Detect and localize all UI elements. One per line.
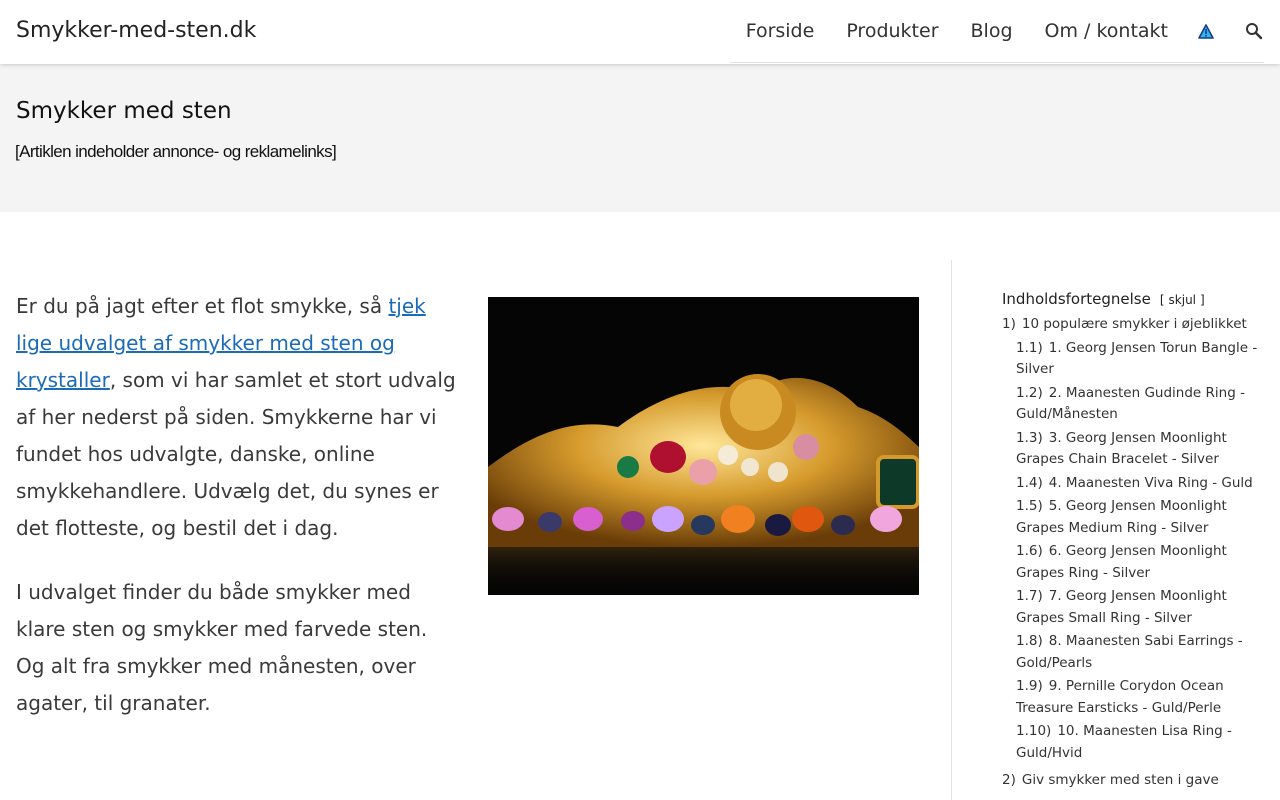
nav-item-om-kontakt[interactable]: Om / kontakt	[1045, 20, 1168, 42]
nav-item-forside[interactable]: Forside	[746, 20, 815, 42]
toc-item-label: 10 populære smykker i øjeblikket	[1021, 316, 1247, 332]
toc-toggle: [ skjul]	[1160, 293, 1205, 307]
toc-subitem[interactable]: 1.8) 8. Maanesten Sabi Earrings - Gold/Pe…	[1002, 631, 1264, 674]
main-nav: Forside Produkter Blog Om / kontakt	[729, 0, 1264, 63]
ad-disclaimer: [Artiklen indeholder annonce- og reklame…	[15, 142, 337, 161]
toc-subitem-number: 1.2)	[1016, 384, 1043, 401]
page-header-band: Smykker med sten [Artiklen indeholder an…	[0, 64, 1280, 212]
toc-subitem-label: 1. Georg Jensen Torun Bangle - Silver	[1016, 339, 1258, 378]
site-header: Smykker-med-sten.dk Forside Produkter Bl…	[0, 0, 1280, 64]
intro-text-start: Er du på jagt efter et flot smykke, så	[16, 294, 389, 318]
toc-subitem-label: 4. Maanesten Viva Ring - Guld	[1048, 474, 1253, 491]
article-content: Er du på jagt efter et flot smykke, så t…	[16, 288, 456, 749]
page-title: Smykker med sten	[16, 98, 232, 124]
jewelry-hero-image	[488, 297, 919, 595]
intro-paragraph: Er du på jagt efter et flot smykke, så t…	[16, 288, 456, 547]
toc-item-number: 1)	[1002, 316, 1016, 332]
toc-subitem[interactable]: 1.5) 5. Georg Jensen Moonlight Grapes Med…	[1002, 496, 1264, 539]
toc-bracket-close: ]	[1200, 293, 1205, 307]
toc-subitem[interactable]: 1.10) 10. Maanesten Lisa Ring - Guld/Hvid	[1002, 721, 1264, 764]
toc-subitem-number: 1.8)	[1016, 633, 1043, 649]
toc-subitem-label: 3. Georg Jensen Moonlight Grapes Chain B…	[1016, 429, 1227, 468]
toc-subitem-number: 1.10)	[1016, 723, 1052, 739]
toc-subitem-number: 1.3)	[1016, 429, 1043, 446]
nav-item-produkter[interactable]: Produkter	[846, 20, 938, 42]
toc-item[interactable]: 1) 10 populære smykker i øjeblikket	[1002, 314, 1264, 336]
toc-subitem[interactable]: 1.3) 3. Georg Jensen Moonlight Grapes Cha…	[1002, 428, 1264, 471]
toc-subitem-number: 1.5)	[1016, 498, 1043, 514]
toc-subitem[interactable]: 1.1) 1. Georg Jensen Torun Bangle - Silve…	[1002, 338, 1264, 381]
toc-subitem[interactable]: 1.4) 4. Maanesten Viva Ring - Guld	[1002, 473, 1264, 495]
toc-subitem[interactable]: 1.7) 7. Georg Jensen Moonlight Grapes Sma…	[1002, 586, 1264, 629]
toc-subitem-label: 5. Georg Jensen Moonlight Grapes Medium …	[1016, 498, 1227, 536]
nav-item-blog[interactable]: Blog	[971, 20, 1013, 42]
toc-subitem-label: 9. Pernille Corydon Ocean Treasure Earst…	[1016, 678, 1224, 716]
toc-subitem-number: 1.9)	[1016, 678, 1043, 694]
toc-item-label: Giv smykker med sten i gave	[1021, 772, 1219, 788]
toc-subitem-label: 2. Maanesten Gudinde Ring - Guld/Måneste…	[1016, 384, 1245, 423]
intro-text-end: , som vi har samlet et stort udvalg af h…	[16, 368, 456, 540]
table-of-contents: Indholdsfortegnelse [ skjul] 1) 10 populær…	[1002, 290, 1264, 792]
toc-bracket-open: [	[1159, 293, 1165, 307]
search-icon[interactable]	[1244, 21, 1264, 41]
toc-item[interactable]: 2) Giv smykker med sten i gave	[1002, 770, 1264, 792]
toc-subitem-number: 1.1)	[1016, 339, 1043, 356]
warning-triangle-icon[interactable]	[1196, 21, 1216, 41]
toc-subitem-number: 1.6)	[1016, 543, 1043, 559]
toc-item-number: 2)	[1002, 772, 1016, 788]
toc-subitem[interactable]: 1.9) 9. Pernille Corydon Ocean Treasure E…	[1002, 676, 1264, 719]
toc-subitem-number: 1.4)	[1016, 474, 1043, 491]
toc-subitem[interactable]: 1.2) 2. Maanesten Gudinde Ring - Guld/Mån…	[1002, 383, 1264, 426]
toc-subitem-label: 6. Georg Jensen Moonlight Grapes Ring - …	[1016, 543, 1227, 581]
site-title[interactable]: Smykker-med-sten.dk	[16, 18, 256, 43]
toc-header: Indholdsfortegnelse [ skjul]	[1002, 290, 1264, 308]
sidebar-divider	[951, 260, 952, 800]
toc-list: 1) 10 populære smykker i øjeblikket 1.1) 1.…	[1002, 314, 1264, 792]
toc-subitem[interactable]: 1.6) 6. Georg Jensen Moonlight Grapes Rin…	[1002, 541, 1264, 584]
selection-paragraph: I udvalget finder du både smykker med kl…	[16, 580, 428, 715]
toc-subitem-label: 8. Maanesten Sabi Earrings - Gold/Pearls	[1016, 633, 1243, 671]
toc-subitem-number: 1.7)	[1016, 588, 1043, 604]
toc-subitem-label: 7. Georg Jensen Moonlight Grapes Small R…	[1016, 588, 1227, 626]
toc-hide-link[interactable]: skjul	[1169, 293, 1196, 307]
toc-title: Indholdsfortegnelse	[1002, 290, 1151, 308]
